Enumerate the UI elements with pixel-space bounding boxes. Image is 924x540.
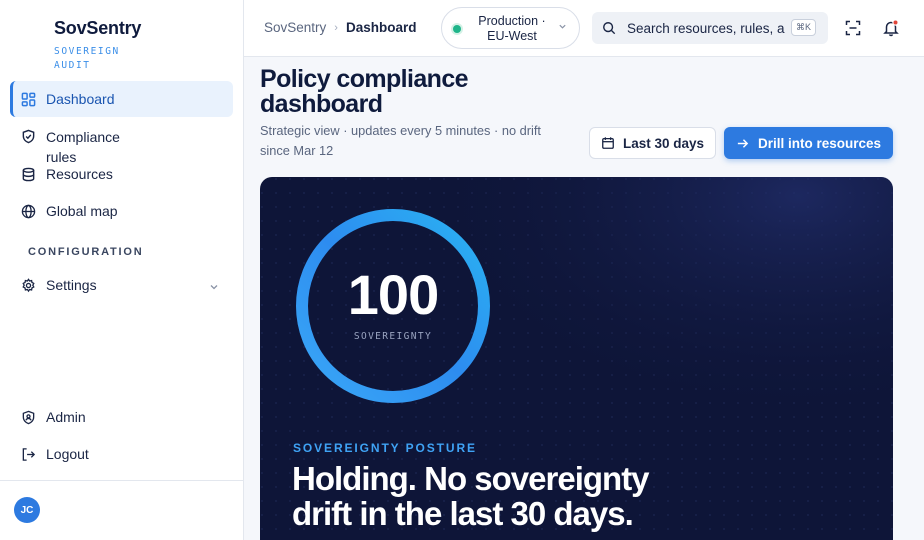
sidebar: SovSentry SOVEREIGN AUDIT Dashboard Comp… bbox=[0, 0, 244, 540]
sidebar-item-label: Admin bbox=[46, 409, 86, 425]
sidebar-item-settings[interactable]: Settings bbox=[10, 267, 233, 303]
chevron-right-icon: › bbox=[334, 21, 338, 34]
search-input[interactable]: Search resources, rules, a ⌘K bbox=[592, 12, 828, 44]
drill-button-label: Drill into resources bbox=[757, 135, 882, 151]
bell-icon[interactable] bbox=[882, 19, 900, 37]
sidebar-item-label: Dashboard bbox=[46, 91, 115, 107]
date-range-label: Last 30 days bbox=[622, 135, 705, 151]
gear-icon bbox=[20, 277, 36, 293]
topbar: SovSentry › Dashboard Production · EU-We… bbox=[244, 0, 924, 57]
sidebar-item-global-map[interactable]: Global map bbox=[10, 193, 233, 229]
sovereignty-hero-card: 100 SOVEREIGNTY SOVEREIGNTY POSTURE Hold… bbox=[260, 177, 893, 540]
grid-icon bbox=[20, 91, 36, 107]
sovereignty-score-value: 100 bbox=[347, 263, 439, 326]
sovereignty-score-label: SOVEREIGNTY bbox=[353, 331, 433, 342]
environment-label: Production · EU-West bbox=[478, 14, 546, 43]
brand[interactable]: SovSentry SOVEREIGN AUDIT bbox=[54, 18, 141, 73]
sidebar-item-label: Settings bbox=[46, 277, 97, 293]
shield-user-icon bbox=[20, 409, 36, 425]
chevron-down-icon bbox=[209, 279, 219, 295]
environment-selector[interactable]: Production · EU-West bbox=[441, 7, 580, 49]
chevron-down-icon bbox=[558, 22, 567, 34]
drill-into-resources-button[interactable]: Drill into resources bbox=[724, 127, 893, 159]
sidebar-item-resources[interactable]: Resources bbox=[10, 156, 233, 192]
sidebar-item-label: Resources bbox=[46, 166, 113, 182]
posture-headline: Holding. No sovereignty drift in the las… bbox=[292, 460, 650, 532]
sidebar-divider bbox=[0, 480, 243, 481]
date-range-button[interactable]: Last 30 days bbox=[589, 127, 716, 159]
globe-icon bbox=[20, 203, 36, 219]
avatar[interactable]: JC bbox=[14, 497, 40, 523]
sidebar-item-dashboard[interactable]: Dashboard bbox=[10, 81, 233, 117]
breadcrumb-current: Dashboard bbox=[345, 20, 417, 35]
breadcrumb-root[interactable]: SovSentry bbox=[264, 20, 326, 35]
sidebar-item-admin[interactable]: Admin bbox=[10, 399, 233, 435]
brand-name: SovSentry bbox=[54, 18, 142, 38]
brand-subtitle: SOVEREIGN AUDIT bbox=[54, 46, 120, 71]
calendar-icon bbox=[601, 136, 615, 150]
sidebar-item-label: Global map bbox=[46, 203, 118, 219]
page-title: Policy compliance dashboard bbox=[260, 65, 469, 118]
search-placeholder: Search resources, rules, a bbox=[627, 20, 785, 36]
logout-icon bbox=[20, 446, 36, 462]
scan-icon[interactable] bbox=[844, 19, 862, 37]
status-dot bbox=[453, 25, 461, 33]
section-label-configuration: CONFIGURATION bbox=[28, 246, 144, 258]
search-icon bbox=[602, 21, 616, 35]
page-subtitle: Strategic view · updates every 5 minutes… bbox=[260, 123, 541, 158]
database-icon bbox=[20, 166, 36, 182]
shortcut-badge: ⌘K bbox=[790, 19, 816, 36]
posture-label: SOVEREIGNTY POSTURE bbox=[293, 441, 477, 455]
sidebar-item-logout[interactable]: Logout bbox=[10, 436, 233, 472]
breadcrumb: SovSentry › Dashboard bbox=[264, 20, 416, 35]
sidebar-item-label: Logout bbox=[46, 446, 89, 462]
shield-check-icon bbox=[20, 128, 36, 144]
arrow-right-icon bbox=[736, 137, 749, 150]
